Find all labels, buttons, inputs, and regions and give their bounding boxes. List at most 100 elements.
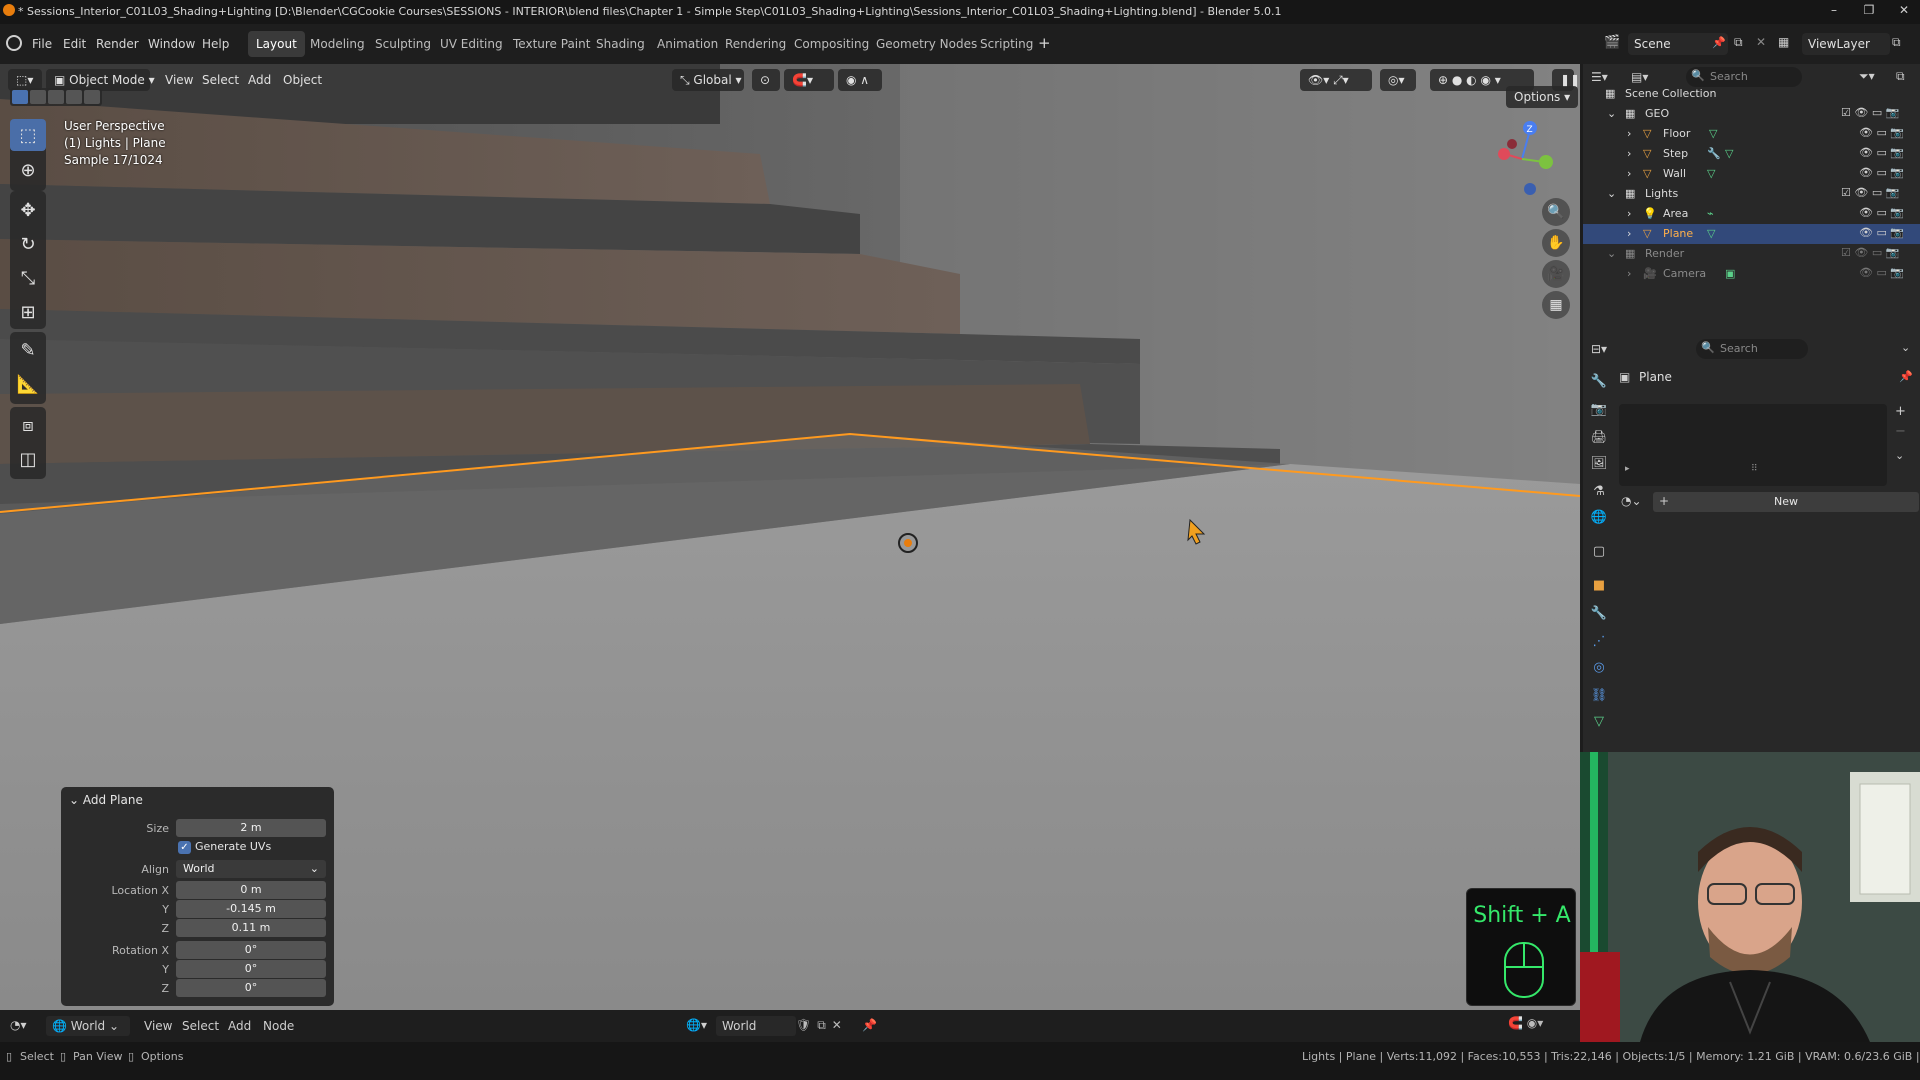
expand-icon[interactable]: ›	[1627, 167, 1631, 180]
expand-icon[interactable]: ›	[1627, 127, 1631, 140]
visibility-gizmo-icons[interactable]: 👁▾ ⤢▾	[1300, 69, 1372, 91]
select-mode-icons[interactable]	[10, 88, 102, 106]
proportional-edit-icon[interactable]: ◉ ∧	[838, 69, 882, 91]
outliner-row-floor[interactable]: › ▽ Floor ▽ 👁 ▭ 📷	[1583, 124, 1920, 144]
navigation-gizmo[interactable]: Z	[1490, 114, 1560, 204]
render-tab-icon[interactable]: 📷	[1589, 402, 1609, 422]
add-slot-icon[interactable]: +	[1895, 404, 1906, 419]
outliner-editor-icon[interactable]: ☰▾	[1591, 70, 1608, 84]
pin-icon[interactable]: 📌	[1899, 370, 1913, 383]
blender-menu-icon[interactable]	[6, 35, 22, 51]
ortho-grid-icon[interactable]: ▦	[1542, 291, 1570, 319]
expand-list-icon[interactable]: ▸	[1625, 464, 1630, 474]
collection-toggles[interactable]: ☑ 👁 ▭ 📷	[1841, 186, 1899, 199]
operator-panel-title[interactable]: ⌄ Add Plane	[69, 793, 143, 807]
slot-specials-icon[interactable]: ⌄	[1895, 449, 1904, 462]
output-tab-icon[interactable]: 🖨	[1589, 430, 1609, 450]
world-datablock-field[interactable]: World	[716, 1016, 796, 1036]
properties-editor[interactable]: ⊟▾ Search 🔍 ⌄ 🔧 📷 🖨 🖼 ⚗ 🌐 ▢ ■ 🔧 ⋰ ◎ ⛓ ▽ …	[1583, 334, 1920, 752]
scale-tool-icon[interactable]: ⤡	[10, 262, 46, 294]
tab-compositing[interactable]: Compositing	[786, 31, 877, 57]
zoom-icon[interactable]: 🔍	[1542, 198, 1570, 226]
expand-icon[interactable]: ›	[1627, 207, 1631, 220]
expand-icon[interactable]: ›	[1627, 267, 1631, 280]
tab-layout[interactable]: Layout	[248, 31, 305, 57]
object-toggles[interactable]: 👁 ▭ 📷	[1859, 206, 1904, 219]
snap-icon[interactable]: 🧲▾	[784, 69, 834, 91]
select-extend-icon[interactable]	[30, 90, 46, 104]
menu-render[interactable]: Render	[96, 37, 139, 51]
snap-node-icons[interactable]: 🧲 ◉▾	[1508, 1016, 1543, 1030]
new-viewlayer-icon[interactable]: ⧉	[1892, 35, 1901, 50]
add-plane-panel[interactable]: ⌄ Add Plane Size 2 m ✓ Generate UVs Alig…	[61, 787, 334, 1006]
remove-slot-icon[interactable]: −	[1895, 424, 1906, 439]
chevron-down-icon[interactable]: ⌄	[1901, 341, 1910, 354]
object-tab-icon[interactable]: ■	[1589, 578, 1609, 598]
menu-file[interactable]: File	[32, 37, 52, 51]
location-y-field[interactable]: -0.145 m	[176, 900, 326, 918]
align-select[interactable]: World ⌄	[176, 860, 326, 878]
object-toggles[interactable]: 👁 ▭ 📷	[1859, 126, 1904, 139]
minimize-icon[interactable]: –	[1825, 3, 1843, 17]
node-menu-view[interactable]: View	[144, 1019, 172, 1033]
tab-scripting[interactable]: Scripting	[972, 31, 1041, 57]
world-datablock-icon[interactable]: 🌐▾	[686, 1018, 707, 1032]
particles-tab-icon[interactable]: ⋰	[1589, 634, 1609, 654]
overlays-icon[interactable]: ◎▾	[1380, 69, 1416, 91]
transform-tool-icon[interactable]: ⊞	[10, 296, 46, 328]
display-mode-icon[interactable]: ▤▾	[1631, 70, 1648, 84]
outliner-root[interactable]: ▦ Scene Collection	[1583, 84, 1920, 104]
node-menu-select[interactable]: Select	[182, 1019, 219, 1033]
pin-icon[interactable]: 📌	[1712, 36, 1726, 49]
viewport-menu-object[interactable]: Object	[283, 73, 322, 87]
add-cube-tool-icon[interactable]: ⧈	[10, 409, 46, 441]
resize-handle-icon[interactable]: ⠿	[1751, 464, 1758, 474]
new-collection-icon[interactable]: ⧉	[1896, 69, 1905, 84]
options-button[interactable]: Options ▾	[1506, 86, 1579, 108]
expand-icon[interactable]: ›	[1627, 227, 1631, 240]
node-menu-node[interactable]: Node	[263, 1019, 294, 1033]
tool-tab-icon[interactable]: 🔧	[1589, 374, 1609, 394]
tab-geometry-nodes[interactable]: Geometry Nodes	[868, 31, 985, 57]
tab-rendering[interactable]: Rendering	[717, 31, 794, 57]
object-toggles[interactable]: 👁 ▭ 📷	[1859, 166, 1904, 179]
menu-edit[interactable]: Edit	[63, 37, 86, 51]
pivot-icon[interactable]: ⊙	[752, 69, 780, 91]
select-box-tool-icon[interactable]: ⬚	[10, 119, 46, 151]
location-z-field[interactable]: 0.11 m	[176, 919, 326, 937]
close-icon[interactable]: ✕	[1895, 3, 1913, 17]
transform-orientation[interactable]: ⤡ Global ▾	[672, 69, 744, 91]
outliner-row-area[interactable]: › 💡 Area ⌁ 👁 ▭ 📷	[1583, 204, 1920, 224]
node-menu-add[interactable]: Add	[228, 1019, 251, 1033]
world-tab-icon[interactable]: 🌐	[1589, 510, 1609, 530]
filter-icon[interactable]: ⏷▾	[1859, 69, 1875, 84]
delete-scene-icon[interactable]: ✕	[1756, 35, 1766, 49]
constraints-tab-icon[interactable]: ⛓	[1589, 688, 1609, 708]
rotate-tool-icon[interactable]: ↻	[10, 228, 46, 260]
add-workspace-icon[interactable]: +	[1038, 34, 1051, 52]
camera-view-icon[interactable]: 🎥	[1542, 260, 1570, 288]
viewport-menu-add[interactable]: Add	[248, 73, 271, 87]
datablock-actions-icons[interactable]: 🛡⧉✕	[796, 1018, 848, 1033]
tab-uv-editing[interactable]: UV Editing	[432, 31, 511, 57]
viewport-menu-select[interactable]: Select	[202, 73, 239, 87]
shader-type-selector[interactable]: 🌐 World ⌄	[46, 1016, 130, 1036]
pin-icon[interactable]: 📌	[862, 1018, 877, 1032]
expand-icon[interactable]: ⌄	[1607, 107, 1616, 120]
physics-tab-icon[interactable]: ◎	[1589, 660, 1609, 680]
outliner-row-plane[interactable]: › ▽ Plane ▽ 👁 ▭ 📷	[1583, 224, 1920, 244]
outliner-row-lights[interactable]: ⌄ ▦ Lights ☑ 👁 ▭ 📷	[1583, 184, 1920, 204]
expand-icon[interactable]: ⌄	[1607, 247, 1616, 260]
expand-icon[interactable]: ⌄	[1607, 187, 1616, 200]
modifier-tab-icon[interactable]: 🔧	[1589, 606, 1609, 626]
viewport-menu-view[interactable]: View	[165, 73, 193, 87]
rotation-z-field[interactable]: 0°	[176, 979, 326, 997]
properties-editor-icon[interactable]: ⊟▾	[1591, 342, 1607, 356]
outliner-row-render[interactable]: ⌄ ▦ Render ☑ 👁 ▭ 📷	[1583, 244, 1920, 264]
object-toggles[interactable]: 👁 ▭ 📷	[1859, 266, 1904, 279]
maximize-icon[interactable]: ❐	[1860, 3, 1878, 17]
viewlayer-selector[interactable]: ViewLayer	[1802, 33, 1890, 55]
generate-uvs-checkbox[interactable]: ✓	[178, 841, 191, 854]
view-layer-tab-icon[interactable]: 🖼	[1589, 456, 1609, 476]
outliner-row-camera[interactable]: › 🎥 Camera ▣ 👁 ▭ 📷	[1583, 264, 1920, 284]
